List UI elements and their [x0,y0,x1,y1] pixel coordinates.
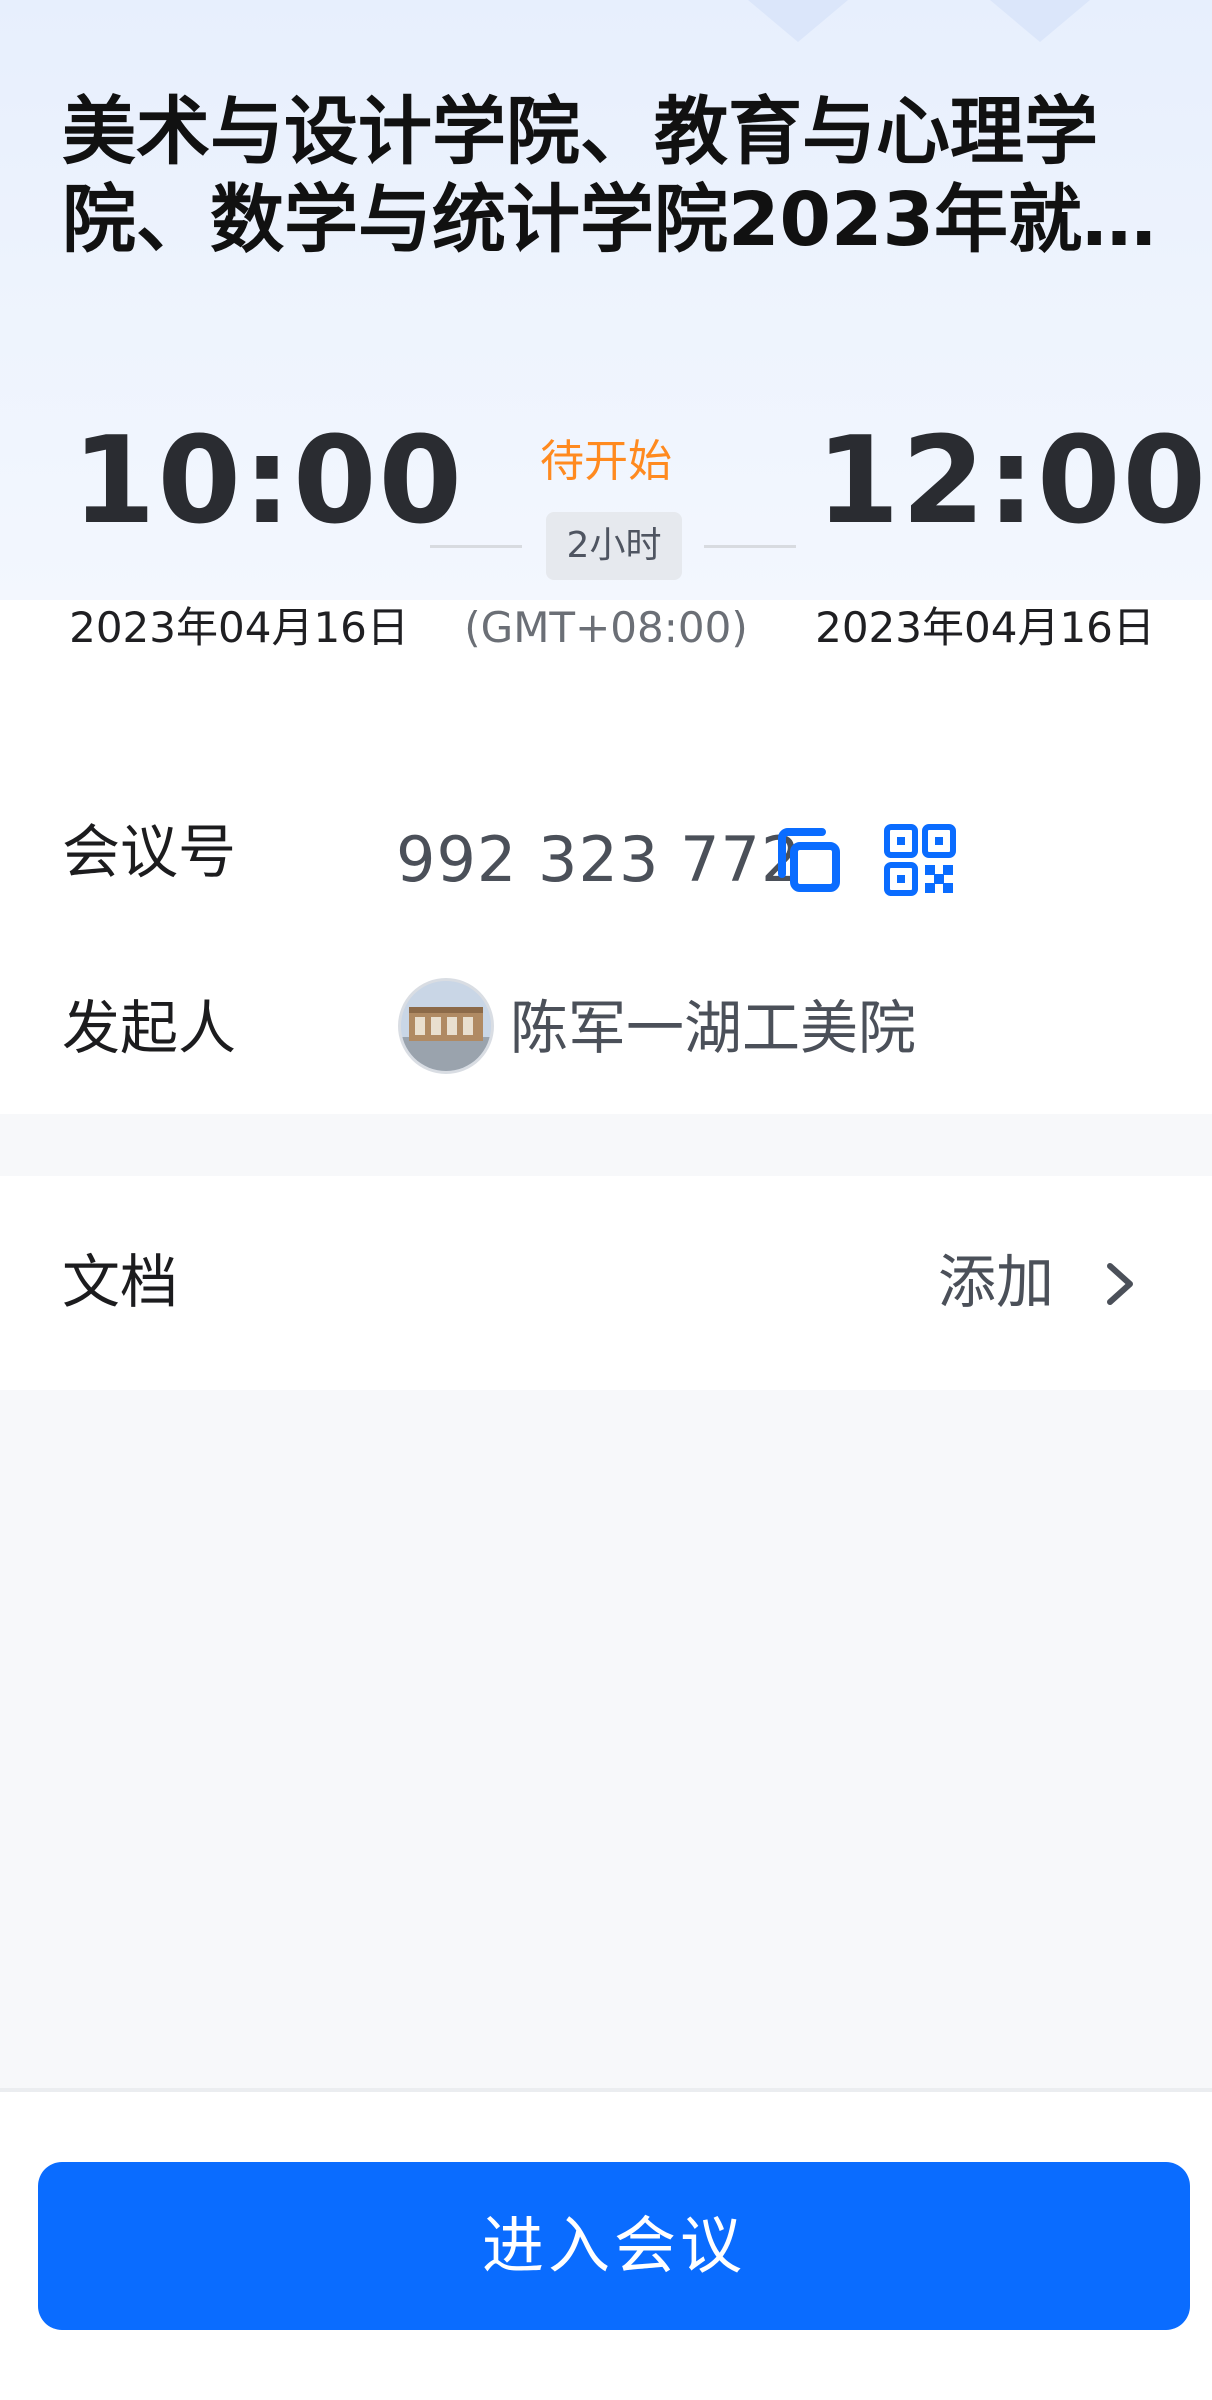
header-decoration [990,0,1090,42]
documents-row[interactable]: 文档 添加 [0,1176,1212,1390]
host-avatar [398,978,494,1074]
duration-badge: 2小时 [546,512,682,580]
host-label: 发起人 [62,994,237,1062]
enter-meeting-button[interactable]: 进入会议 [38,2162,1190,2330]
meeting-title: 美术与设计学院、教育与心理学院、数学与统计学院2023年就业双选会 [62,89,1156,263]
end-date: 2023年04月16日 [815,603,1155,652]
copy-icon[interactable] [772,824,844,896]
meeting-id-label: 会议号 [62,818,237,886]
host-name: 陈军一湖工美院 [510,994,917,1062]
documents-label: 文档 [62,1248,179,1316]
meeting-status: 待开始 [540,436,672,487]
chevron-right-icon [1100,1260,1140,1308]
duration-divider-left [430,545,522,548]
add-document-button[interactable]: 添加 [938,1246,1054,1318]
timezone: (GMT+08:00) [464,603,748,652]
start-date: 2023年04月16日 [69,603,409,652]
duration-divider-right [704,545,796,548]
start-time: 10:00 [72,412,464,551]
end-time: 12:00 [816,412,1208,551]
qr-code-icon[interactable] [884,824,956,896]
meeting-id-value: 992 323 772 [396,823,802,896]
header-decoration [748,0,848,42]
